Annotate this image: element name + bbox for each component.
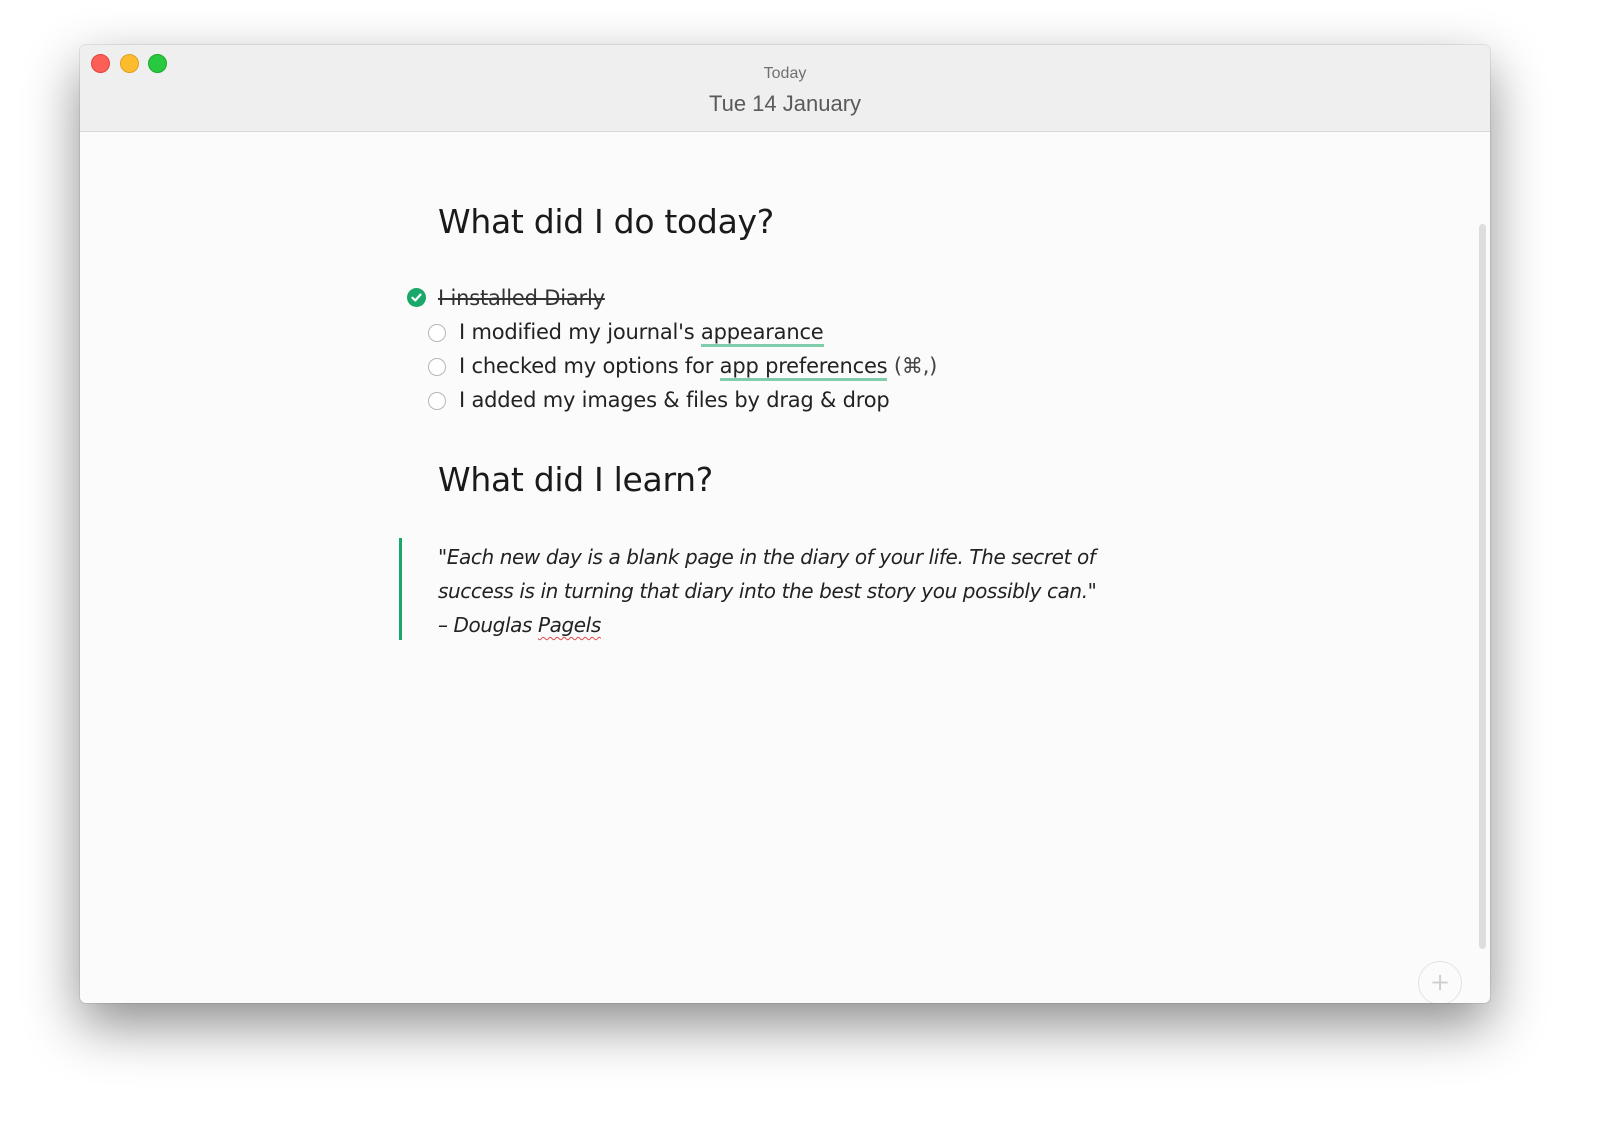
checked-checkbox-icon[interactable] xyxy=(407,288,426,307)
todo-text[interactable]: I modified my journal's xyxy=(459,320,701,344)
add-button[interactable]: + xyxy=(1418,961,1462,1003)
heading-what-did-i-learn: What did I learn? xyxy=(438,460,713,499)
vertical-scrollbar[interactable] xyxy=(1479,224,1486,949)
shortcut-hint: (⌘,) xyxy=(887,354,938,378)
app-window: Today Tue 14 January What did I do today… xyxy=(80,45,1490,1003)
unchecked-checkbox-icon[interactable] xyxy=(428,324,446,342)
todo-text[interactable]: I added my images & files by drag & drop xyxy=(459,388,890,412)
todo-text[interactable]: I checked my options for xyxy=(459,354,720,378)
editor[interactable]: What did I do today? I installed Diarly … xyxy=(80,132,1490,1003)
blockquote-bar xyxy=(399,538,402,640)
heading-what-did-i-do: What did I do today? xyxy=(438,202,774,241)
todo-text-wrap: I checked my options for app preferences… xyxy=(459,354,938,381)
appearance-link[interactable]: appearance xyxy=(700,320,824,347)
todo-text-wrap: I modified my journal's appearance xyxy=(459,320,824,347)
window-subtitle: Today xyxy=(763,65,807,82)
misspelled-word[interactable]: Pagels xyxy=(538,613,601,637)
unchecked-checkbox-icon[interactable] xyxy=(428,392,446,410)
quote-line: success is in turning that diary into th… xyxy=(438,579,1097,603)
titlebar: Today Tue 14 January xyxy=(80,45,1490,132)
entry-date-title[interactable]: Tue 14 January xyxy=(80,91,1490,117)
blockquote[interactable]: "Each new day is a blank page in the dia… xyxy=(438,540,1158,642)
attribution-prefix: – Douglas xyxy=(438,613,538,637)
todo-text[interactable]: I installed Diarly xyxy=(438,286,605,310)
app-preferences-link[interactable]: app preferences xyxy=(719,354,888,381)
unchecked-checkbox-icon[interactable] xyxy=(428,358,446,376)
quote-attribution: – Douglas Pagels xyxy=(438,608,1158,642)
plus-icon: + xyxy=(1429,968,1451,996)
quote-line: "Each new day is a blank page in the dia… xyxy=(438,545,1096,569)
